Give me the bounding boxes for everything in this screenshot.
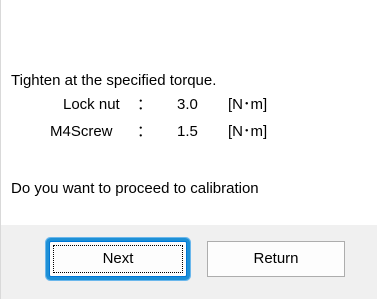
confirmation-question: Do you want to proceed to calibration [11,180,259,197]
torque-value: 3.0 [177,96,198,113]
next-button[interactable]: Next [49,241,187,277]
torque-unit: [N･m] [228,96,268,113]
torque-unit: [N･m] [228,123,268,140]
instruction-text: Tighten at the specified torque. [11,72,217,89]
focus-indicator [53,245,183,273]
torque-colon: ： [137,96,153,113]
torque-label: Lock nut [63,96,120,113]
return-button-label: Return [253,250,299,267]
torque-label: M4Screw [50,123,113,140]
button-bar: Next Return [1,225,377,299]
calibration-dialog: Tighten at the specified torque. Lock nu… [0,0,377,299]
torque-value: 1.5 [177,123,198,140]
dialog-content: Tighten at the specified torque. Lock nu… [1,0,377,225]
return-button[interactable]: Return [207,241,345,277]
torque-colon: ： [137,123,153,140]
